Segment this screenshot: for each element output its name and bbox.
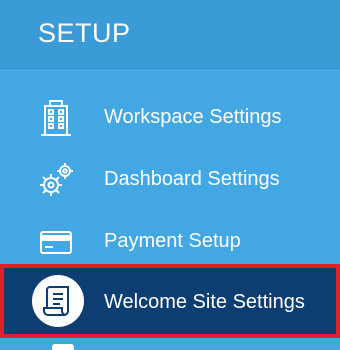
menu-item-welcome-site-settings[interactable]: Welcome Site Settings xyxy=(0,264,340,338)
next-item-icon-partial xyxy=(52,344,74,350)
menu-item-dashboard-settings[interactable]: Dashboard Settings xyxy=(0,150,340,210)
credit-card-icon xyxy=(36,222,76,262)
scroll-icon xyxy=(32,275,84,327)
menu-item-workspace-settings[interactable]: Workspace Settings xyxy=(0,88,340,148)
menu-item-label: Payment Setup xyxy=(104,230,241,252)
setup-header: SETUP xyxy=(0,0,340,69)
menu-item-label: Dashboard Settings xyxy=(104,168,280,190)
menu-item-label: Welcome Site Settings xyxy=(104,291,305,313)
building-icon xyxy=(36,98,76,138)
setup-sidebar: SETUP Workspace Settings Dashboard Setti… xyxy=(0,0,340,350)
header-title: SETUP xyxy=(38,18,131,48)
menu-item-payment-setup[interactable]: Payment Setup xyxy=(0,212,340,272)
menu-item-label: Workspace Settings xyxy=(104,106,282,128)
gears-icon xyxy=(36,160,76,200)
